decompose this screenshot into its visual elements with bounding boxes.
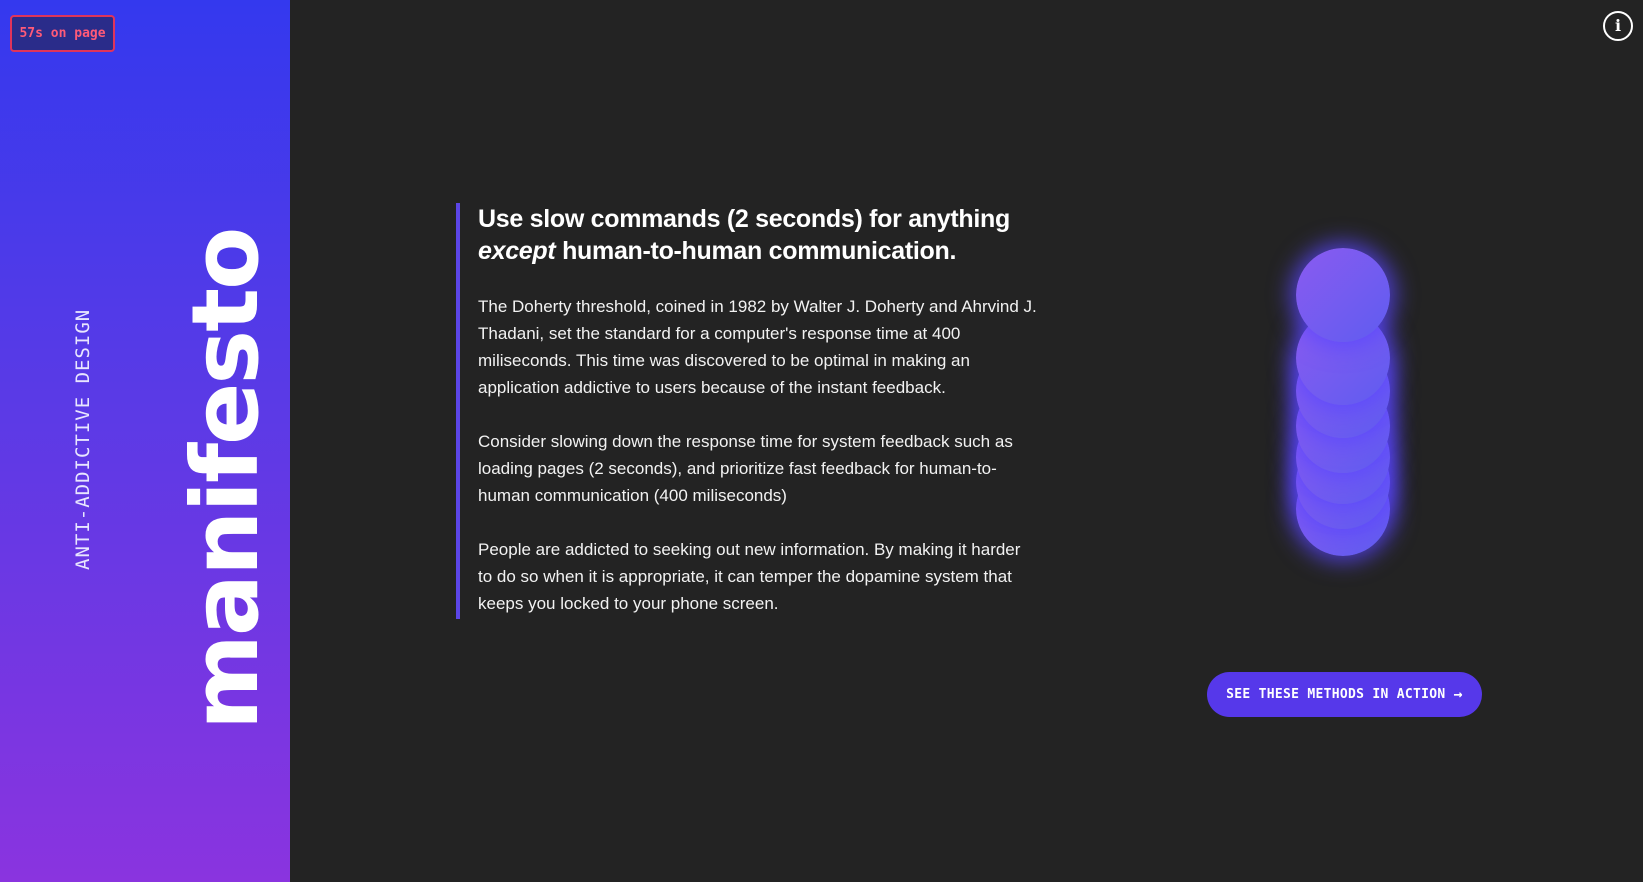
- time-on-page-badge: 57s on page: [10, 15, 115, 52]
- site-title: manifesto: [172, 228, 279, 730]
- loading-orbs-animation: [1282, 240, 1402, 600]
- paragraph-doherty: The Doherty threshold, coined in 1982 by…: [478, 297, 1037, 397]
- heading-text-start: Use slow commands (2 seconds) for anythi…: [478, 205, 1010, 233]
- arrow-right-icon: →: [1453, 685, 1463, 703]
- principle-heading: Use slow commands (2 seconds) for anythi…: [478, 203, 1038, 267]
- cta-label: SEE THESE METHODS IN ACTION: [1226, 687, 1446, 702]
- principle-article: Use slow commands (2 seconds) for anythi…: [456, 203, 1038, 619]
- heading-text-end: human-to-human communication.: [555, 237, 957, 265]
- site-subtitle: ANTI-ADDICTIVE DESIGN: [72, 308, 94, 570]
- sidebar: 57s on page manifesto ANTI-ADDICTIVE DES…: [0, 0, 290, 882]
- paragraph-response-time: Consider slowing down the response time …: [478, 432, 1013, 505]
- paragraph-dopamine: People are addicted to seeking out new i…: [478, 540, 1021, 613]
- info-button[interactable]: i: [1603, 11, 1633, 41]
- heading-emphasis: except: [478, 237, 556, 265]
- info-icon: i: [1614, 16, 1622, 35]
- see-methods-in-action-button[interactable]: SEE THESE METHODS IN ACTION →: [1207, 672, 1482, 717]
- orb: [1296, 248, 1390, 342]
